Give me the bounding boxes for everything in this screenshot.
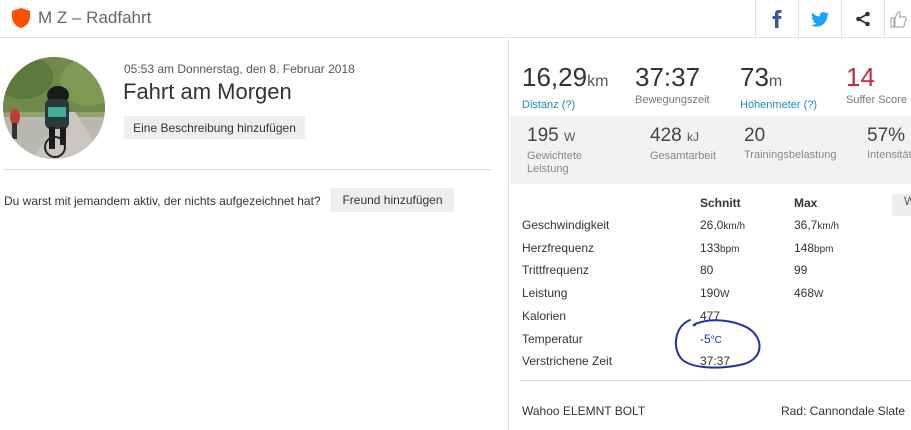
- stat-value: 37:37: [635, 62, 701, 92]
- stats-row-max: 36,7km/h: [794, 218, 839, 232]
- share-icon: [856, 11, 870, 27]
- avg-value: 477: [700, 309, 721, 323]
- stat-distance: 16,29km Distanz (?): [522, 62, 608, 111]
- stat-weighted-power: 195 W Gewichtete Leistung: [527, 125, 607, 176]
- stat-elevation: 73m Höhenmeter (?): [740, 62, 817, 111]
- column-divider: [508, 39, 509, 430]
- stats-row-label: Herzfrequenz: [522, 241, 595, 255]
- add-description-button[interactable]: Eine Beschreibung hinzufügen: [124, 116, 305, 139]
- stat-label: Gewichtete Leistung: [527, 150, 583, 175]
- stat-label: Bewegungszeit: [635, 94, 710, 106]
- stats-row-label: Temperatur: [522, 332, 583, 346]
- max-unit: bpm: [814, 244, 834, 255]
- stat-value: 428: [650, 125, 682, 146]
- stats-row-max: 99: [794, 263, 807, 277]
- twitter-icon: [811, 11, 829, 27]
- column-header-avg: Schnitt: [700, 196, 741, 210]
- twitter-share-button[interactable]: [798, 0, 841, 38]
- stats-row-label: Leistung: [522, 286, 568, 300]
- stat-moving-time: 37:37 Bewegungszeit: [635, 62, 710, 106]
- bike-name: Rad: Cannondale Slate: [781, 404, 906, 418]
- stats-row-max: 148bpm: [794, 241, 833, 255]
- divider: [3, 169, 492, 170]
- facebook-share-button[interactable]: [755, 0, 798, 38]
- column-header-max: Max: [794, 196, 818, 210]
- stat-suffer-score[interactable]: 14 Suffer Score: [846, 62, 907, 106]
- top-header: M Z – Radfahrt: [0, 0, 911, 38]
- stat-label: Trainingsbelastung: [744, 149, 837, 161]
- stats-row-avg: 133bpm: [700, 241, 739, 255]
- activity-name[interactable]: Fahrt am Morgen: [123, 79, 292, 105]
- divider: [520, 380, 911, 381]
- avg-value: 26,0: [700, 218, 724, 232]
- stat-intensity: 57% Intensität: [867, 125, 911, 162]
- max-unit: km/h: [817, 221, 840, 232]
- stat-training-load: 20 Trainingsbelastung: [744, 125, 837, 162]
- kudos-button[interactable]: [884, 0, 911, 38]
- stats-row-label: Verstrichene Zeit: [522, 354, 613, 368]
- distance-help-link[interactable]: Distanz (?): [522, 99, 608, 111]
- add-friend-button[interactable]: Freund hinzufügen: [331, 188, 454, 212]
- share-button[interactable]: [841, 0, 884, 38]
- stats-row-avg: 80: [700, 263, 713, 277]
- avg-value: 37:37: [700, 354, 731, 368]
- avg-value: 133: [700, 241, 721, 255]
- avg-value: -5: [700, 332, 711, 346]
- device-name: Wahoo ELEMNT BOLT: [522, 404, 646, 418]
- max-value: 99: [794, 263, 808, 277]
- stat-unit: kJ: [686, 130, 699, 144]
- stat-unit: km: [587, 73, 609, 90]
- stats-row-label: Trittfrequenz: [522, 263, 589, 277]
- stat-unit: W: [563, 130, 576, 144]
- stat-label: Gesamtarbeit: [650, 150, 717, 162]
- stats-row-avg: 37:37: [700, 354, 730, 368]
- avg-unit: km/h: [723, 221, 746, 232]
- stat-label: Intensität: [867, 149, 911, 161]
- avg-unit: °C: [710, 335, 722, 346]
- add-friend-prompt: Du warst mit jemandem aktiv, der nichts …: [4, 194, 321, 208]
- stat-total-work: 428 kJ Gesamtarbeit: [650, 125, 716, 163]
- stat-unit: m: [768, 73, 783, 90]
- stats-row-avg: 477: [700, 309, 720, 323]
- stat-value: 57%: [867, 125, 906, 146]
- avg-unit: W: [720, 289, 730, 300]
- stat-label: Suffer Score: [846, 94, 907, 106]
- stats-row-avg: 26,0km/h: [700, 218, 745, 232]
- max-value: 148: [794, 241, 815, 255]
- elevation-help-link[interactable]: Höhenmeter (?): [740, 99, 817, 111]
- stats-row-label: Geschwindigkeit: [522, 218, 610, 232]
- thumbs-up-icon: [890, 11, 907, 28]
- stat-value: 20: [744, 125, 766, 146]
- stats-row-avg: -5°C: [700, 332, 722, 346]
- stats-row-label: Kalorien: [522, 309, 567, 323]
- page-title: M Z – Radfahrt: [38, 8, 152, 27]
- stats-row-max: 468W: [794, 286, 823, 300]
- cyclist-photo: [3, 57, 105, 159]
- max-unit: W: [814, 289, 824, 300]
- stat-value: 14: [846, 62, 875, 92]
- activity-date: 05:53 am Donnerstag, den 8. Februar 2018: [124, 62, 355, 76]
- watts-toggle-button[interactable]: W: [892, 194, 911, 216]
- max-value: 36,7: [794, 218, 818, 232]
- max-value: 468: [794, 286, 815, 300]
- stat-value: 195: [527, 125, 559, 146]
- avg-unit: bpm: [720, 244, 740, 255]
- avg-value: 80: [700, 263, 714, 277]
- avg-value: 190: [700, 286, 721, 300]
- shield-icon: [12, 8, 30, 28]
- facebook-icon: [772, 10, 782, 28]
- avatar[interactable]: [3, 57, 105, 159]
- stats-row-avg: 190W: [700, 286, 729, 300]
- stat-value: 73: [740, 62, 769, 92]
- stat-value: 16,29: [522, 62, 588, 92]
